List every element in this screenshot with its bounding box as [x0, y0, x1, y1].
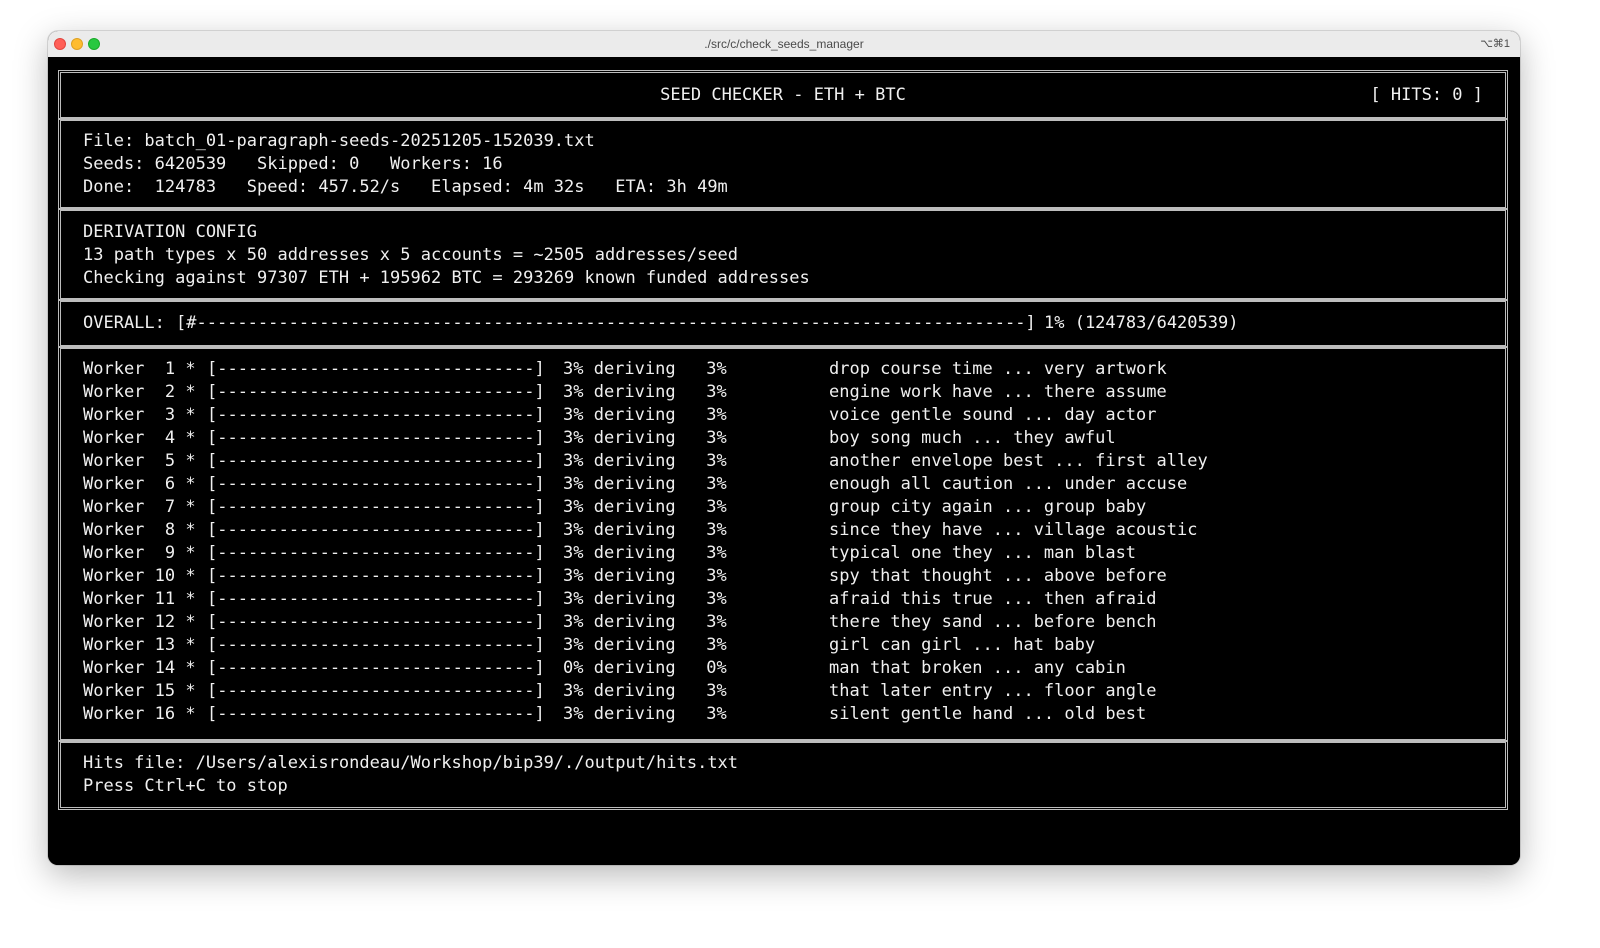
worker-progress-bar: [-------------------------------] — [207, 382, 545, 402]
worker-status: 3% deriving 3% — [563, 543, 727, 563]
worker-seed-phrase: drop course time ... very artwork — [829, 359, 1167, 379]
worker-name: Worker 2 * — [83, 382, 196, 402]
worker-status: 3% deriving 3% — [563, 589, 727, 609]
worker-status: 3% deriving 3% — [563, 451, 727, 471]
overall-box: OVERALL: [#-----------------------------… — [58, 299, 1508, 348]
worker-name: Worker 5 * — [83, 451, 196, 471]
worker-progress-bar: [-------------------------------] — [207, 497, 545, 517]
worker-seed-phrase: afraid this true ... then afraid — [829, 589, 1157, 609]
workers-box: Worker 1 * [-----------------------------… — [58, 346, 1508, 742]
worker-name: Worker 12 * — [83, 612, 196, 632]
config-paths-line: 13 path types x 50 addresses x 5 account… — [83, 245, 739, 265]
worker-progress-bar: [-------------------------------] — [207, 635, 545, 655]
worker-seed-phrase: group city again ... group baby — [829, 497, 1147, 517]
worker-seed-phrase: voice gentle sound ... day actor — [829, 405, 1157, 425]
worker-status: 3% deriving 3% — [563, 474, 727, 494]
worker-status: 3% deriving 3% — [563, 635, 727, 655]
worker-name: Worker 9 * — [83, 543, 196, 563]
worker-progress-bar: [-------------------------------] — [207, 451, 545, 471]
worker-status: 3% deriving 3% — [563, 520, 727, 540]
overall-label: OVERALL: — [83, 313, 165, 333]
worker-progress-bar: [-------------------------------] — [207, 589, 545, 609]
hits-file-line: Hits file: /Users/alexisrondeau/Workshop… — [83, 753, 739, 773]
worker-seed-phrase: engine work have ... there assume — [829, 382, 1167, 402]
worker-name: Worker 1 * — [83, 359, 196, 379]
worker-seed-phrase: that later entry ... floor angle — [829, 681, 1157, 701]
worker-name: Worker 13 * — [83, 635, 196, 655]
worker-progress-bar: [-------------------------------] — [207, 428, 545, 448]
seeds-line: Seeds: 6420539 Skipped: 0 Workers: 16 — [83, 154, 503, 174]
config-heading: DERIVATION CONFIG — [83, 222, 257, 242]
worker-progress-bar: [-------------------------------] — [207, 704, 545, 724]
overall-progress-bar: [#--------------------------------------… — [176, 313, 1036, 333]
worker-status: 3% deriving 3% — [563, 566, 727, 586]
worker-name: Worker 16 * — [83, 704, 196, 724]
worker-status: 0% deriving 0% — [563, 658, 727, 678]
worker-seed-phrase: since they have ... village acoustic — [829, 520, 1198, 540]
worker-name: Worker 10 * — [83, 566, 196, 586]
worker-name: Worker 8 * — [83, 520, 196, 540]
worker-seed-phrase: spy that thought ... above before — [829, 566, 1167, 586]
worker-seed-phrase: there they sand ... before bench — [829, 612, 1157, 632]
worker-progress-bar: [-------------------------------] — [207, 681, 545, 701]
stats-box: File: batch_01-paragraph-seeds-20251205-… — [58, 118, 1508, 210]
worker-status: 3% deriving 3% — [563, 382, 727, 402]
worker-seed-phrase: silent gentle hand ... old best — [829, 704, 1147, 724]
stop-hint-line: Press Ctrl+C to stop — [83, 776, 288, 796]
worker-seed-phrase: man that broken ... any cabin — [829, 658, 1126, 678]
worker-seed-phrase: boy song much ... they awful — [829, 428, 1116, 448]
worker-status: 3% deriving 3% — [563, 704, 727, 724]
config-box: DERIVATION CONFIG 13 path types x 50 add… — [58, 208, 1508, 301]
done-line: Done: 124783 Speed: 457.52/s Elapsed: 4m… — [83, 177, 728, 197]
worker-name: Worker 14 * — [83, 658, 196, 678]
worker-status: 3% deriving 3% — [563, 497, 727, 517]
window-title: ./src/c/check_seeds_manager — [704, 37, 864, 51]
worker-name: Worker 15 * — [83, 681, 196, 701]
worker-name: Worker 7 * — [83, 497, 196, 517]
worker-seed-phrase: another envelope best ... first alley — [829, 451, 1208, 471]
worker-name: Worker 3 * — [83, 405, 196, 425]
worker-name: Worker 11 * — [83, 589, 196, 609]
overall-summary: 1% (124783/6420539) — [1044, 313, 1239, 333]
app-title: SEED CHECKER - ETH + BTC — [660, 85, 906, 105]
worker-progress-bar: [-------------------------------] — [207, 612, 545, 632]
worker-progress-bar: [-------------------------------] — [207, 359, 545, 379]
worker-progress-bar: [-------------------------------] — [207, 474, 545, 494]
worker-seed-phrase: enough all caution ... under accuse — [829, 474, 1188, 494]
worker-status: 3% deriving 3% — [563, 359, 727, 379]
window-shortcut: ⌥⌘1 — [1480, 38, 1510, 50]
worker-progress-bar: [-------------------------------] — [207, 566, 545, 586]
worker-name: Worker 6 * — [83, 474, 196, 494]
worker-progress-bar: [-------------------------------] — [207, 658, 545, 678]
config-checking-line: Checking against 97307 ETH + 195962 BTC … — [83, 268, 810, 288]
worker-seed-phrase: typical one they ... man blast — [829, 543, 1137, 563]
header-box: SEED CHECKER - ETH + BTC [ HITS: 0 ] — [58, 70, 1508, 120]
worker-status: 3% deriving 3% — [563, 405, 727, 425]
terminal-content[interactable]: SEED CHECKER - ETH + BTC [ HITS: 0 ] Fil… — [48, 57, 1520, 865]
worker-progress-bar: [-------------------------------] — [207, 520, 545, 540]
worker-status: 3% deriving 3% — [563, 428, 727, 448]
worker-status: 3% deriving 3% — [563, 681, 727, 701]
worker-progress-bar: [-------------------------------] — [207, 405, 545, 425]
worker-name: Worker 4 * — [83, 428, 196, 448]
worker-status: 3% deriving 3% — [563, 612, 727, 632]
hits-counter: [ HITS: 0 ] — [1370, 85, 1483, 105]
title-bar[interactable]: ./src/c/check_seeds_manager ⌥⌘1 — [48, 31, 1520, 58]
worker-seed-phrase: girl can girl ... hat baby — [829, 635, 1096, 655]
worker-progress-bar: [-------------------------------] — [207, 543, 545, 563]
file-line: File: batch_01-paragraph-seeds-20251205-… — [83, 131, 595, 151]
terminal-window[interactable]: ./src/c/check_seeds_manager ⌥⌘1 SEED CHE… — [48, 31, 1520, 865]
footer-box: Hits file: /Users/alexisrondeau/Workshop… — [58, 740, 1508, 810]
